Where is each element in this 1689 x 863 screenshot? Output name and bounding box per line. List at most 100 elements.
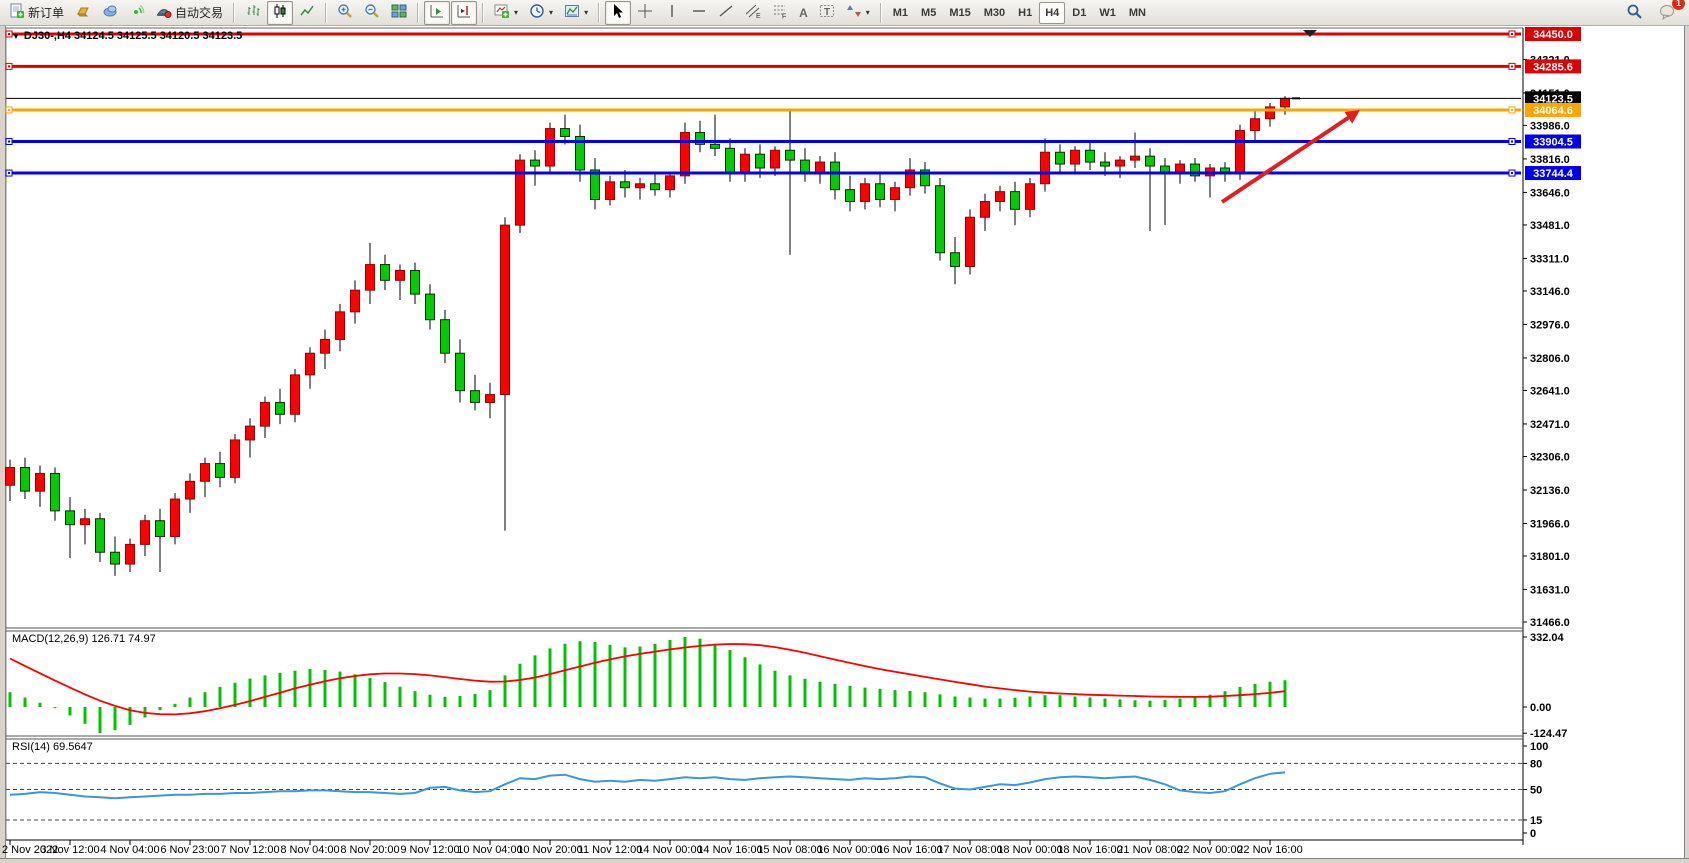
timeframe-mn-button[interactable]: MN bbox=[1123, 2, 1152, 24]
toolbar-separator bbox=[417, 3, 419, 23]
svg-text:3 Nov 12:00: 3 Nov 12:00 bbox=[40, 844, 99, 856]
candles-layer bbox=[6, 96, 1290, 576]
svg-text:10 Nov 04:00: 10 Nov 04:00 bbox=[457, 844, 522, 856]
macd-axis[interactable]: 332.040.00-124.47 bbox=[1523, 632, 1567, 740]
chart-canvas[interactable]: 34321.034151.033986.033816.033646.033481… bbox=[0, 0, 1689, 863]
timeframe-label: MN bbox=[1129, 7, 1146, 19]
timeframe-h4-button[interactable]: H4 bbox=[1039, 2, 1065, 24]
timeframe-d1-button[interactable]: D1 bbox=[1066, 2, 1092, 24]
hline-33744.4[interactable] bbox=[6, 170, 1521, 176]
search-button[interactable] bbox=[1621, 1, 1648, 25]
rsi-line bbox=[10, 772, 1285, 798]
community-button[interactable] bbox=[97, 1, 123, 25]
crosshair-tool-button[interactable] bbox=[632, 1, 658, 25]
toolbar-separator bbox=[880, 3, 882, 23]
main-toolbar: 新订单 自动交易 bbox=[0, 0, 1689, 26]
svg-text:16 Nov 00:00: 16 Nov 00:00 bbox=[817, 844, 882, 856]
toolbar-separator bbox=[482, 3, 484, 23]
horizontal-line-icon bbox=[691, 3, 707, 22]
line-chart-icon bbox=[299, 3, 315, 22]
svg-text:10 Nov 20:00: 10 Nov 20:00 bbox=[517, 844, 582, 856]
auto-trading-button[interactable]: 自动交易 bbox=[151, 1, 228, 25]
svg-text:33481.0: 33481.0 bbox=[1530, 220, 1570, 232]
svg-text:0.00: 0.00 bbox=[1530, 702, 1551, 714]
time-axis[interactable]: 2 Nov 20223 Nov 12:004 Nov 04:006 Nov 23… bbox=[2, 840, 1303, 856]
timeframe-m15-button[interactable]: M15 bbox=[943, 2, 976, 24]
add-indicator-button[interactable]: ▾ bbox=[489, 1, 523, 25]
market-watch-button[interactable] bbox=[70, 1, 96, 25]
arrows-tool-button[interactable]: ▾ bbox=[841, 1, 875, 25]
hline-34064.6[interactable] bbox=[6, 107, 1521, 113]
svg-text:22 Nov 00:00: 22 Nov 00:00 bbox=[1177, 844, 1242, 856]
price-badge-34450.0: 34450.0 bbox=[1525, 27, 1581, 41]
chart-shift-button[interactable] bbox=[451, 1, 477, 25]
text-label-tool-button[interactable]: T bbox=[814, 1, 840, 25]
bar-chart-mode-button[interactable] bbox=[240, 1, 266, 25]
timeframe-label: H4 bbox=[1045, 7, 1059, 19]
tile-windows-button[interactable] bbox=[386, 1, 412, 25]
fibonacci-icon: F bbox=[772, 3, 788, 22]
hline-34285.6[interactable] bbox=[6, 63, 1521, 69]
svg-text:31631.0: 31631.0 bbox=[1530, 584, 1570, 596]
rsi-axis[interactable]: 1008050150 bbox=[1523, 741, 1548, 840]
notifications-button[interactable]: 1 bbox=[1654, 1, 1681, 25]
line-chart-mode-button[interactable] bbox=[294, 1, 320, 25]
notification-badge: 1 bbox=[1672, 0, 1685, 10]
template-button[interactable]: ▾ bbox=[559, 1, 593, 25]
channel-tool-button[interactable]: E bbox=[740, 1, 766, 25]
new-order-icon bbox=[9, 3, 25, 22]
timeframe-label: M30 bbox=[984, 7, 1005, 19]
macd-indicator-label: MACD(12,26,9) 126.71 74.97 bbox=[12, 633, 156, 645]
template-icon bbox=[564, 3, 580, 22]
timeframe-m5-button[interactable]: M5 bbox=[915, 2, 942, 24]
timeframe-label: M1 bbox=[893, 7, 908, 19]
hline-33904.5[interactable] bbox=[6, 138, 1521, 144]
svg-text:22 Nov 16:00: 22 Nov 16:00 bbox=[1237, 844, 1302, 856]
tile-windows-icon bbox=[391, 3, 407, 22]
toolbar-separator bbox=[325, 3, 327, 23]
zoom-in-button[interactable] bbox=[332, 1, 358, 25]
dropdown-caret-icon: ▾ bbox=[549, 8, 553, 17]
timeframe-m1-button[interactable]: M1 bbox=[887, 2, 914, 24]
zoom-in-icon bbox=[337, 3, 353, 22]
period-button[interactable]: ▾ bbox=[524, 1, 558, 25]
new-order-button[interactable]: 新订单 bbox=[4, 1, 69, 25]
fibonacci-tool-button[interactable]: F bbox=[767, 1, 793, 25]
svg-text:32806.0: 32806.0 bbox=[1530, 353, 1570, 365]
timeframe-w1-button[interactable]: W1 bbox=[1093, 2, 1122, 24]
trendline-tool-button[interactable] bbox=[713, 1, 739, 25]
timeframe-label: H1 bbox=[1018, 7, 1032, 19]
svg-text:34064.6: 34064.6 bbox=[1533, 105, 1573, 117]
timeframe-h1-button[interactable]: H1 bbox=[1012, 2, 1038, 24]
svg-text:0: 0 bbox=[1530, 828, 1536, 840]
svg-text:14 Nov 16:00: 14 Nov 16:00 bbox=[697, 844, 762, 856]
timeframe-m30-button[interactable]: M30 bbox=[978, 2, 1011, 24]
signals-button[interactable] bbox=[124, 1, 150, 25]
svg-text:32471.0: 32471.0 bbox=[1530, 419, 1570, 431]
auto-scroll-button[interactable] bbox=[424, 1, 450, 25]
svg-text:E: E bbox=[756, 13, 761, 19]
svg-text:15: 15 bbox=[1530, 815, 1542, 827]
svg-text:33146.0: 33146.0 bbox=[1530, 286, 1570, 298]
signal-icon bbox=[129, 3, 145, 22]
vertical-line-tool-button[interactable] bbox=[659, 1, 685, 25]
vertical-line-icon bbox=[664, 3, 680, 22]
text-label-icon: T bbox=[819, 3, 835, 22]
zoom-out-button[interactable] bbox=[359, 1, 385, 25]
svg-text:8 Nov 20:00: 8 Nov 20:00 bbox=[340, 844, 399, 856]
svg-text:18 Nov 16:00: 18 Nov 16:00 bbox=[1057, 844, 1122, 856]
horizontal-line-tool-button[interactable] bbox=[686, 1, 712, 25]
svg-text:33986.0: 33986.0 bbox=[1530, 120, 1570, 132]
candlestick-mode-button[interactable] bbox=[267, 1, 293, 25]
svg-text:100: 100 bbox=[1530, 741, 1548, 753]
cursor-tool-button[interactable] bbox=[605, 1, 631, 25]
text-tool-button[interactable]: A bbox=[794, 1, 813, 25]
clock-icon bbox=[529, 3, 545, 22]
svg-text:9 Nov 12:00: 9 Nov 12:00 bbox=[400, 844, 459, 856]
symbol-dropdown-icon[interactable]: ▼ bbox=[12, 32, 20, 41]
gold-bar-icon bbox=[75, 3, 91, 22]
svg-text:7 Nov 12:00: 7 Nov 12:00 bbox=[220, 844, 279, 856]
svg-text:33646.0: 33646.0 bbox=[1530, 187, 1570, 199]
panel-frames bbox=[6, 28, 1523, 845]
dropdown-caret-icon: ▾ bbox=[866, 8, 870, 17]
